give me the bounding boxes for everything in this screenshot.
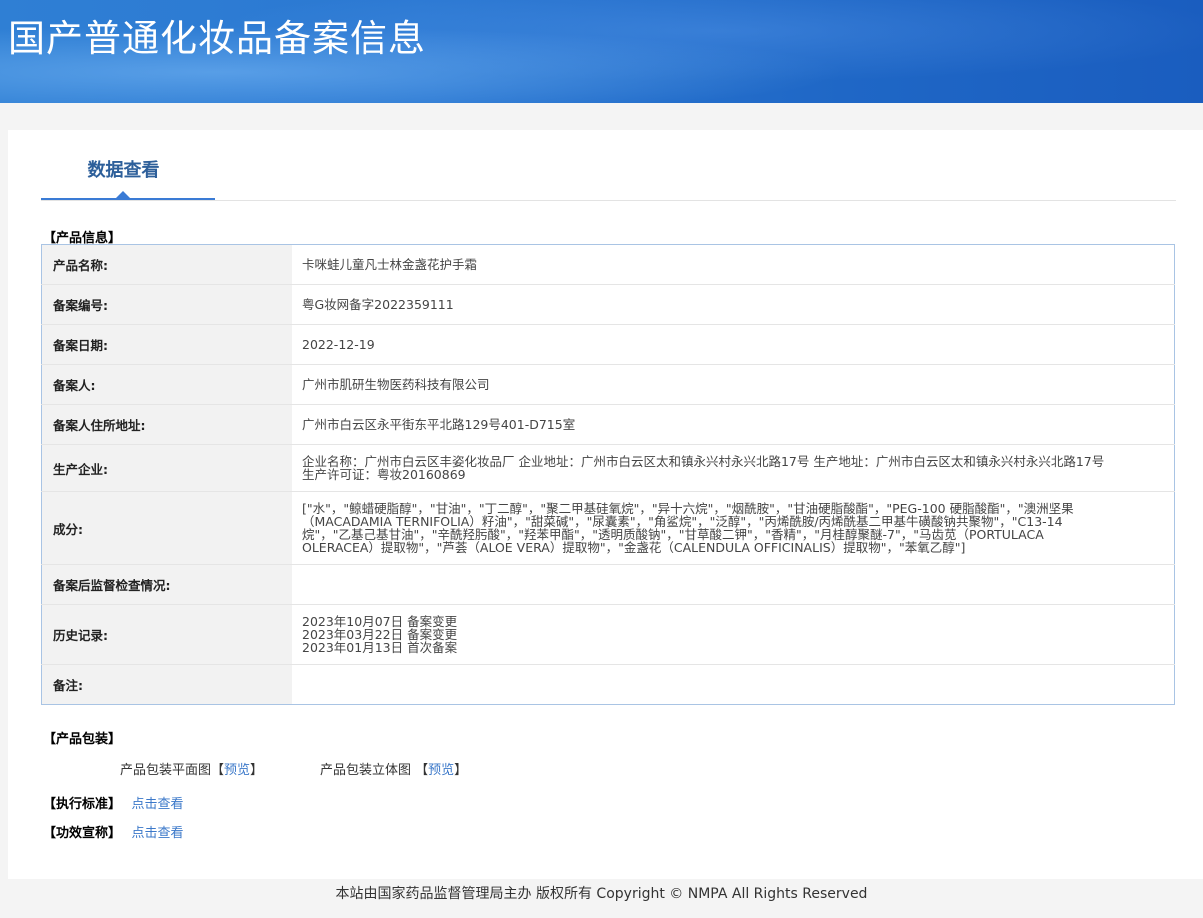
table-row: 历史记录: 2023年10月07日 备案变更 2023年03月22日 备案变更 … [41, 604, 1175, 665]
row-value-supervision [292, 564, 1175, 605]
table-row: 备案人: 广州市肌研生物医药科技有限公司 [41, 364, 1175, 405]
site-header: 国产普通化妆品备案信息 [0, 0, 1203, 103]
packaging-3d: 产品包装立体图 【预览】 [320, 763, 468, 778]
efficacy-view-link[interactable]: 点击查看 [132, 826, 184, 841]
standard-view-link[interactable]: 点击查看 [132, 797, 184, 812]
page-title: 国产普通化妆品备案信息 [8, 17, 426, 60]
row-label-registrant-address: 备案人住所地址: [41, 404, 292, 445]
row-label-product-name: 产品名称: [41, 244, 292, 285]
row-label-remarks: 备注: [41, 664, 292, 705]
row-value-manufacturer: 企业名称：广州市白云区丰姿化妆品厂 企业地址：广州市白云区太和镇永兴村永兴北路1… [292, 444, 1175, 492]
packaging-3d-label: 产品包装立体图 [320, 763, 412, 778]
history-entry: 2023年01月13日 首次备案 [302, 640, 458, 655]
footer-copyright: 本站由国家药品监督管理局主办 版权所有 Copyright © NMPA All… [0, 879, 1203, 918]
row-value-history: 2023年10月07日 备案变更 2023年03月22日 备案变更 2023年0… [292, 604, 1175, 665]
tab-bar: 数据查看 [41, 130, 1176, 201]
row-value-remarks [292, 664, 1175, 705]
table-row: 生产企业: 企业名称：广州市白云区丰姿化妆品厂 企业地址：广州市白云区太和镇永兴… [41, 444, 1175, 492]
main-panel: 数据查看 【产品信息】 产品名称: 卡咪蛙儿童凡士林金盏花护手霜 备案编号: 粤… [8, 130, 1203, 879]
packaging-flat: 产品包装平面图【预览】 [120, 763, 264, 778]
section-title-packaging: 【产品包装】 [43, 732, 122, 747]
row-label-registrant: 备案人: [41, 364, 292, 405]
table-row: 成分: ["水"，"鲸蜡硬脂醇"，"甘油"，"丁二醇"，"聚二甲基硅氧烷"，"异… [41, 491, 1175, 565]
section-title-standard: 【执行标准】 点击查看 [43, 797, 184, 812]
section-title-efficacy: 【功效宣称】 点击查看 [43, 826, 184, 841]
row-label-record-number: 备案编号: [41, 284, 292, 325]
row-value-registrant-address: 广州市白云区永平街东平北路129号401-D715室 [292, 404, 1175, 445]
table-row: 产品名称: 卡咪蛙儿童凡士林金盏花护手霜 [41, 244, 1175, 285]
table-row: 备案人住所地址: 广州市白云区永平街东平北路129号401-D715室 [41, 404, 1175, 445]
row-label-manufacturer: 生产企业: [41, 444, 292, 492]
packaging-3d-preview-link[interactable]: 预览 [428, 763, 454, 778]
tab-data-view-label: 数据查看 [87, 160, 160, 181]
table-row: 备注: [41, 664, 1175, 705]
table-row: 备案日期: 2022-12-19 [41, 324, 1175, 365]
row-value-ingredients: ["水"，"鲸蜡硬脂醇"，"甘油"，"丁二醇"，"聚二甲基硅氧烷"，"异十六烷"… [292, 491, 1175, 565]
table-row: 备案编号: 粤G妆网备字2022359111 [41, 284, 1175, 325]
row-label-ingredients: 成分: [41, 491, 292, 565]
row-value-registrant: 广州市肌研生物医药科技有限公司 [292, 364, 1175, 405]
product-info-table: 产品名称: 卡咪蛙儿童凡士林金盏花护手霜 备案编号: 粤G妆网备字2022359… [41, 244, 1175, 705]
packaging-flat-label: 产品包装平面图 [120, 763, 212, 778]
row-value-record-date: 2022-12-19 [292, 324, 1175, 365]
row-label-supervision: 备案后监督检查情况: [41, 564, 292, 605]
tab-data-view[interactable]: 数据查看 [41, 130, 215, 200]
row-label-history: 历史记录: [41, 604, 292, 665]
table-row: 备案后监督检查情况: [41, 564, 1175, 605]
row-value-product-name: 卡咪蛙儿童凡士林金盏花护手霜 [292, 244, 1175, 285]
row-value-record-number: 粤G妆网备字2022359111 [292, 284, 1175, 325]
row-label-record-date: 备案日期: [41, 324, 292, 365]
packaging-flat-preview-link[interactable]: 预览 [224, 763, 250, 778]
tab-active-caret-icon [116, 191, 130, 198]
